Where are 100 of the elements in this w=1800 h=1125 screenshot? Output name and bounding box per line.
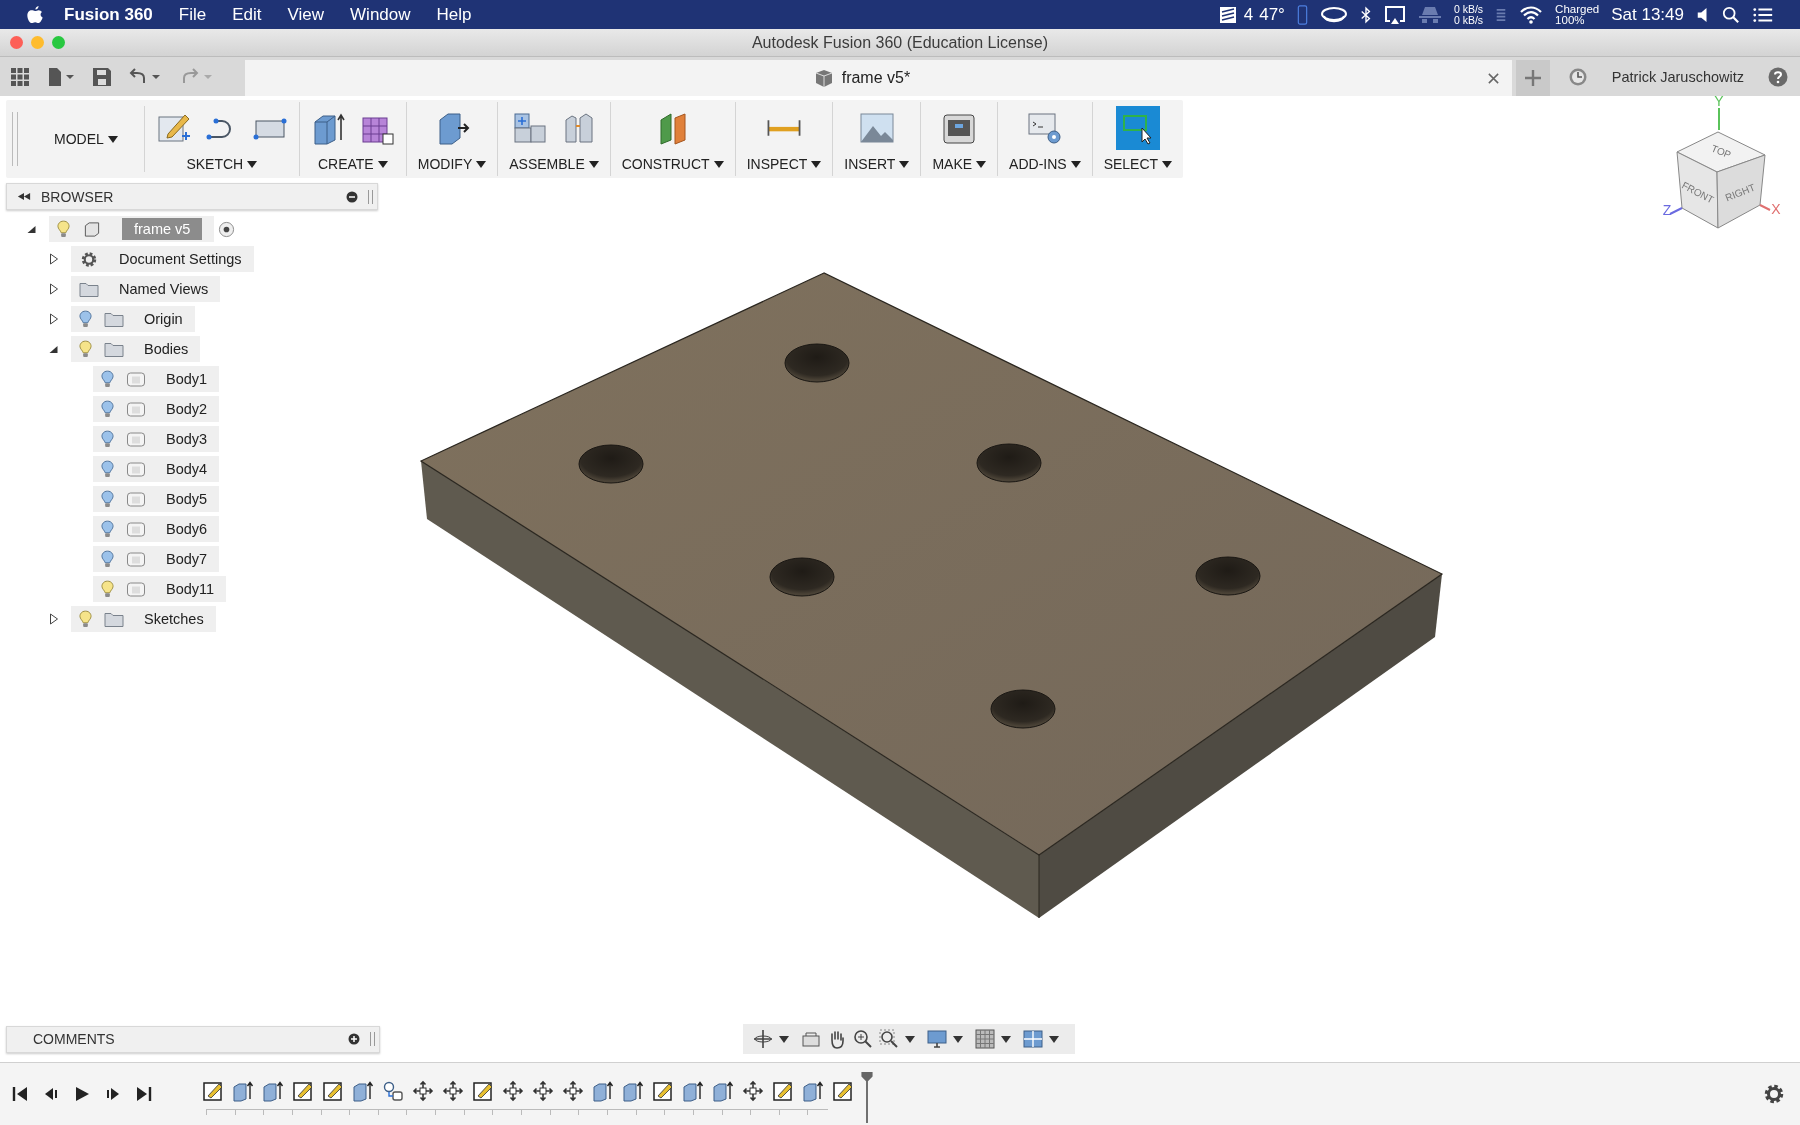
light-bulb-icon[interactable] <box>101 399 114 419</box>
browser-item[interactable]: Body7 <box>93 546 220 572</box>
browser-item[interactable]: Body3 <box>93 426 220 452</box>
move-step-icon[interactable] <box>502 1080 524 1102</box>
app-menu[interactable]: Fusion 360 <box>64 4 153 25</box>
temperature[interactable]: 47° <box>1259 4 1285 25</box>
caret-icon[interactable] <box>1001 1035 1011 1043</box>
extrude-step-icon[interactable] <box>262 1080 284 1102</box>
toolbar-menu-button[interactable]: INSPECT <box>742 154 826 174</box>
play-icon[interactable] <box>74 1086 90 1102</box>
collapse-arrows-icon[interactable] <box>17 192 31 201</box>
browser-item[interactable]: Document Settings <box>71 246 254 272</box>
extrude-step-icon[interactable] <box>352 1080 374 1102</box>
toolbar-menu-button[interactable]: MODIFY <box>413 154 491 174</box>
toolbar-menu-button[interactable]: SELECT <box>1099 154 1177 174</box>
sketch-step-icon[interactable] <box>652 1080 674 1102</box>
sketch-step-icon[interactable] <box>832 1080 854 1102</box>
tool-button[interactable] <box>1115 106 1160 150</box>
user-name[interactable]: Patrick Jaruschowitz <box>1611 68 1744 85</box>
save-icon[interactable] <box>92 66 112 87</box>
extrude-step-icon[interactable] <box>802 1080 824 1102</box>
expand-triangle-icon[interactable] <box>48 313 59 325</box>
light-bulb-icon[interactable] <box>79 609 92 629</box>
new-tab-button[interactable] <box>1515 60 1550 96</box>
menu-item[interactable]: View <box>287 4 325 25</box>
menu-item[interactable]: Window <box>350 4 411 25</box>
browser-item[interactable]: Sketches <box>71 606 216 632</box>
light-bulb-icon[interactable] <box>101 579 114 599</box>
plus-circle-icon[interactable] <box>348 1033 360 1045</box>
toolbar-menu-button[interactable]: INSERT <box>840 154 914 174</box>
go-to-end-icon[interactable] <box>136 1086 152 1102</box>
caret-icon[interactable] <box>905 1035 915 1043</box>
toolbar-menu-button[interactable]: ASSEMBLE <box>505 154 603 174</box>
light-bulb-icon[interactable] <box>101 429 114 449</box>
step-back-icon[interactable] <box>43 1086 59 1102</box>
move-step-icon[interactable] <box>442 1080 464 1102</box>
menu-item[interactable]: Help <box>436 4 472 25</box>
sketch-step-icon[interactable] <box>202 1080 224 1102</box>
battery-level[interactable]: 100% <box>1555 14 1600 26</box>
airplay-icon[interactable] <box>1383 4 1406 25</box>
top-face-label[interactable]: TOP <box>1709 142 1733 161</box>
cup-icon[interactable] <box>1319 4 1348 25</box>
light-bulb-icon[interactable] <box>57 219 70 239</box>
viewports-icon[interactable] <box>1023 1029 1043 1049</box>
search-icon[interactable] <box>1722 4 1740 25</box>
browser-item[interactable]: Body11 <box>93 576 227 602</box>
orbit-icon[interactable] <box>753 1029 773 1049</box>
caret-icon[interactable] <box>1049 1035 1059 1043</box>
browser-item[interactable]: Body4 <box>93 456 220 482</box>
move-step-icon[interactable] <box>412 1080 434 1102</box>
extrude-step-icon[interactable] <box>712 1080 734 1102</box>
help-icon[interactable] <box>1768 66 1788 87</box>
toolbar-menu-button[interactable]: CONSTRUCT <box>617 154 728 174</box>
wifi-icon[interactable] <box>1519 4 1544 25</box>
radio-icon[interactable] <box>218 220 236 238</box>
collapse-triangle-icon[interactable] <box>26 223 37 235</box>
workspace-menu-button[interactable]: MODEL <box>24 106 145 172</box>
expand-triangle-icon[interactable] <box>48 613 59 625</box>
expand-triangle-icon[interactable] <box>48 253 59 265</box>
display-icon[interactable] <box>927 1029 947 1049</box>
document-tab[interactable]: frame v5* <box>245 60 1512 96</box>
zoom-icon[interactable] <box>853 1029 873 1049</box>
extrude-step-icon[interactable] <box>622 1080 644 1102</box>
phone-icon[interactable] <box>1296 4 1308 25</box>
collapse-triangle-icon[interactable] <box>48 343 59 355</box>
light-bulb-icon[interactable] <box>101 459 114 479</box>
menu-item[interactable]: Edit <box>232 4 262 25</box>
clock[interactable]: Sat 13:49 <box>1611 4 1684 25</box>
light-bulb-icon[interactable] <box>79 309 92 329</box>
browser-item[interactable]: Body1 <box>93 366 220 392</box>
clock-icon[interactable] <box>1567 66 1588 87</box>
joint-step-icon[interactable] <box>382 1080 404 1102</box>
caret-icon[interactable] <box>953 1035 963 1043</box>
light-bulb-icon[interactable] <box>101 489 114 509</box>
app-grid-icon[interactable] <box>10 66 30 87</box>
browser-item[interactable]: Body6 <box>93 516 220 542</box>
extrude-step-icon[interactable] <box>682 1080 704 1102</box>
toolbar-menu-button[interactable]: MAKE <box>928 154 991 174</box>
step-forward-icon[interactable] <box>105 1086 121 1102</box>
light-bulb-icon[interactable] <box>101 369 114 389</box>
view-cube-drawing[interactable] <box>1669 107 1771 229</box>
browser-item[interactable]: Body5 <box>93 486 220 512</box>
move-step-icon[interactable] <box>532 1080 554 1102</box>
browser-item[interactable]: Named Views <box>71 276 221 302</box>
light-bulb-icon[interactable] <box>101 549 114 569</box>
toolbar-menu-button[interactable]: ADD-INS <box>1005 154 1085 174</box>
sketch-step-icon[interactable] <box>322 1080 344 1102</box>
sketch-step-icon[interactable] <box>292 1080 314 1102</box>
settings-icon[interactable] <box>1764 1084 1784 1104</box>
sketch-step-icon[interactable] <box>472 1080 494 1102</box>
go-to-start-icon[interactable] <box>12 1086 28 1102</box>
toolbar-menu-button[interactable]: SKETCH <box>182 154 262 174</box>
bluetooth-icon[interactable] <box>1359 4 1372 25</box>
light-bulb-icon[interactable] <box>101 519 114 539</box>
battery-state[interactable]: Charged <box>1555 3 1600 15</box>
close-icon[interactable] <box>1486 71 1500 85</box>
light-bulb-icon[interactable] <box>79 339 92 359</box>
look-at-icon[interactable] <box>801 1029 821 1049</box>
extrude-step-icon[interactable] <box>232 1080 254 1102</box>
incognito-icon[interactable] <box>1417 4 1442 25</box>
